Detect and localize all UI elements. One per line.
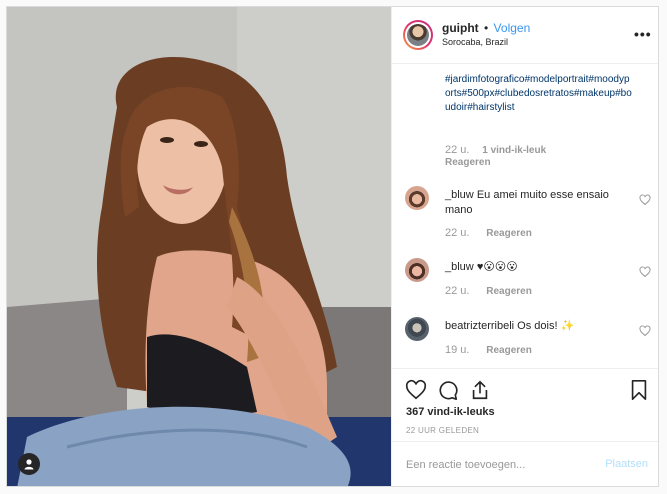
comment-username[interactable]: _bluw <box>445 261 474 273</box>
comment-time: 22 u. <box>445 285 470 297</box>
commenter-avatar[interactable] <box>405 317 429 341</box>
comment-icon[interactable] <box>437 379 459 401</box>
comment-input[interactable] <box>406 457 586 473</box>
comment-time: 22 u. <box>445 227 470 239</box>
comment-username[interactable]: beatrizterribeli <box>445 320 514 332</box>
small-heart-icon[interactable] <box>639 194 651 206</box>
caption-reply-button[interactable]: Reageren <box>445 157 491 168</box>
more-icon: ••• <box>634 26 652 42</box>
bookmark-icon[interactable] <box>628 379 650 401</box>
add-comment-section: Plaatsen <box>392 441 658 486</box>
tag-user-button[interactable] <box>18 453 40 475</box>
header-separator: • <box>484 21 489 35</box>
like-count[interactable]: 367 vind-ik-leuks <box>406 406 495 418</box>
post-card: guipht • Volgen Sorocaba, Brazil ••• #ja… <box>6 6 659 487</box>
comment-text: Os dois! ✨ <box>517 320 575 332</box>
comment-text: ♥😮😮😮 <box>476 261 518 273</box>
small-heart-icon[interactable] <box>639 266 651 278</box>
post-comment-button[interactable]: Plaatsen <box>605 458 648 470</box>
follow-button[interactable]: Volgen <box>494 21 531 35</box>
user-icon <box>24 459 34 470</box>
small-heart-icon[interactable] <box>639 325 651 337</box>
caption-time: 22 u. <box>445 144 470 156</box>
author-avatar[interactable] <box>403 20 433 50</box>
comment-reply-button[interactable]: Reageren <box>486 228 532 239</box>
post-location[interactable]: Sorocaba, Brazil <box>442 35 530 49</box>
author-username[interactable]: guipht <box>442 21 479 35</box>
post-header: guipht • Volgen Sorocaba, Brazil ••• <box>392 7 658 64</box>
caption-meta: 22 u. 1 vind-ik-leuk Reageren <box>445 144 645 169</box>
post-photo[interactable] <box>7 7 391 486</box>
caption-likes[interactable]: 1 vind-ik-leuk <box>482 145 546 156</box>
post-sidebar: guipht • Volgen Sorocaba, Brazil ••• #ja… <box>391 7 658 486</box>
portrait-illustration <box>7 7 391 486</box>
heart-icon[interactable] <box>405 379 427 401</box>
more-options-button[interactable]: ••• <box>634 26 652 42</box>
hashtag-text[interactable]: #jardimfotografico#modelportrait#moodypo… <box>445 74 632 113</box>
commenter-avatar[interactable] <box>405 186 429 210</box>
comment-reply-button[interactable]: Reageren <box>486 286 532 297</box>
commenter-avatar[interactable] <box>405 258 429 282</box>
comment-username[interactable]: _bluw <box>445 189 474 201</box>
post-timestamp: 22 UUR GELEDEN <box>406 426 480 435</box>
comments-list[interactable]: #jardimfotografico#modelportrait#moodypo… <box>392 65 658 368</box>
comment-reply-button[interactable]: Reageren <box>486 345 532 356</box>
caption-hashtags: #jardimfotografico#modelportrait#moodypo… <box>445 65 635 115</box>
comment-time: 19 u. <box>445 344 470 356</box>
post-actions: 367 vind-ik-leuks 22 UUR GELEDEN <box>392 368 658 448</box>
share-icon[interactable] <box>469 379 491 401</box>
